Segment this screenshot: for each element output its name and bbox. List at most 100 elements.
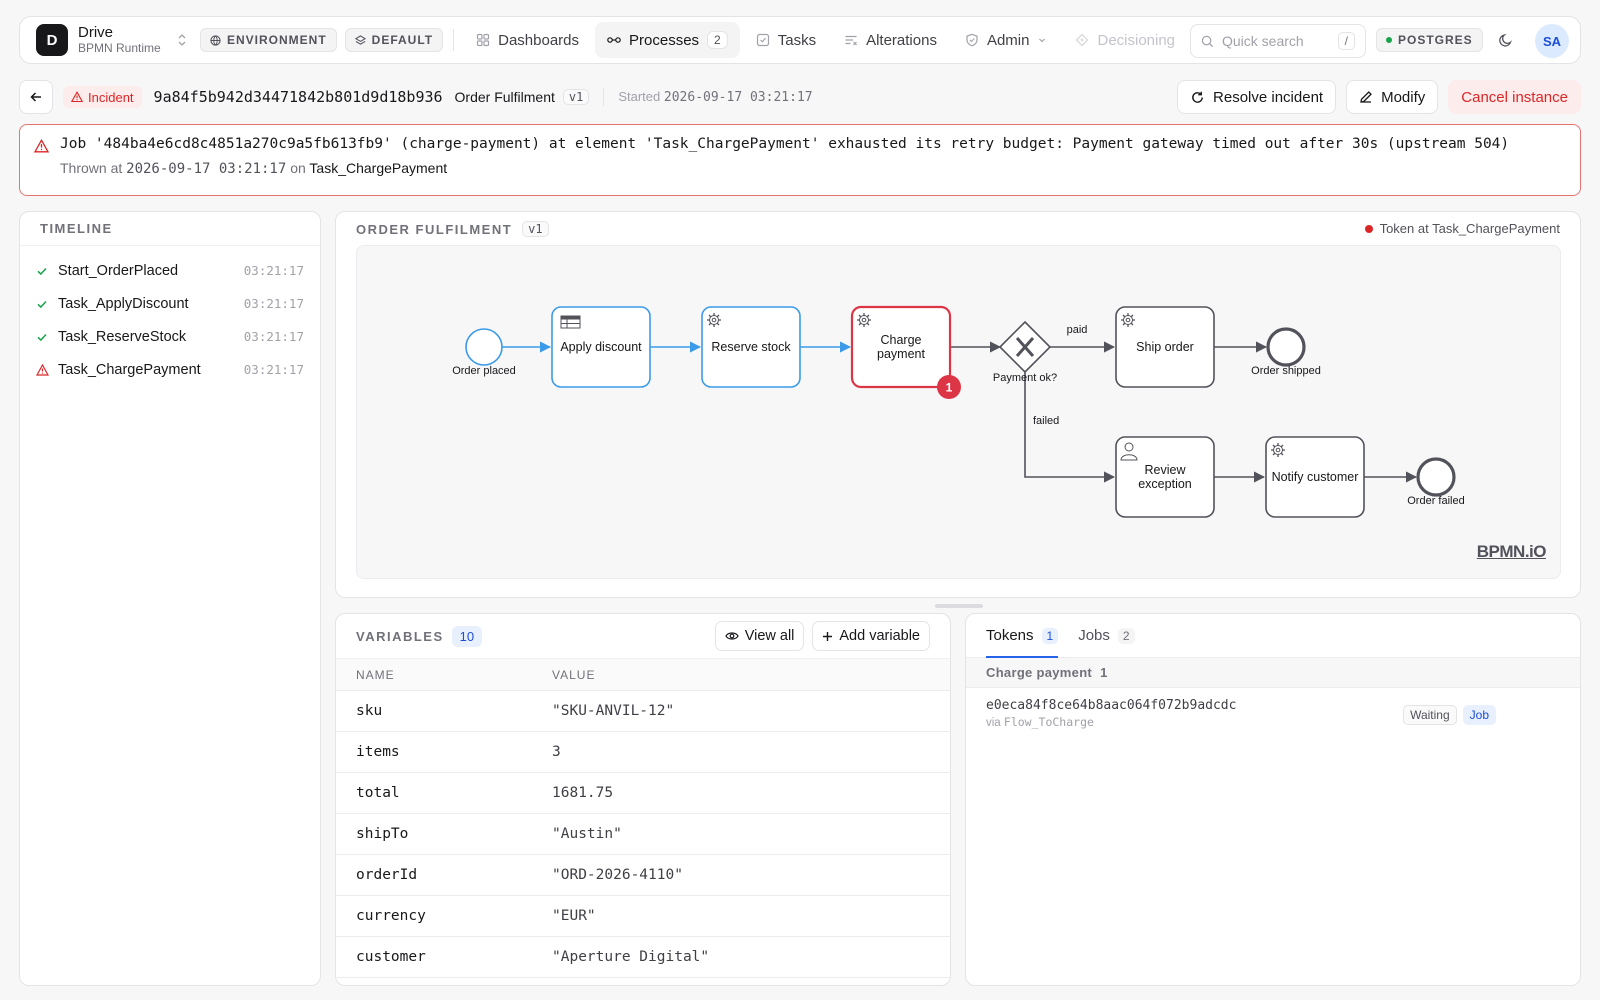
chevron-up-down-icon bbox=[178, 34, 186, 46]
on-label: on bbox=[290, 160, 306, 176]
diagram-panel: ORDER FULFILMENT v1 Token at Task_Charge… bbox=[335, 211, 1581, 598]
timeline-item-time: 03:21:17 bbox=[243, 263, 304, 278]
nav-tasks[interactable]: Tasks bbox=[744, 22, 828, 58]
end-event-shipped[interactable] bbox=[1266, 327, 1306, 367]
view-all-button[interactable]: View all bbox=[714, 621, 805, 651]
timeline-item[interactable]: Task_ChargePayment 03:21:17 bbox=[36, 353, 304, 386]
variable-value: "SKU-ANVIL-12" bbox=[552, 703, 675, 719]
variable-name: total bbox=[356, 785, 400, 801]
table-row[interactable]: total 1681.75 bbox=[336, 773, 950, 814]
diagram-version: v1 bbox=[522, 221, 549, 237]
panel-resize-handle[interactable] bbox=[935, 604, 983, 608]
nav-dashboards[interactable]: Dashboards bbox=[464, 22, 591, 58]
variable-name: currency bbox=[356, 908, 426, 924]
nav-tasks-label: Tasks bbox=[777, 31, 817, 49]
column-value-header: VALUE bbox=[552, 667, 596, 682]
tab-jobs-count: 2 bbox=[1117, 627, 1135, 644]
variable-name: customer bbox=[356, 949, 426, 965]
variables-count: 10 bbox=[451, 625, 483, 647]
timeline-panel: TIMELINE Start_OrderPlaced 03:21:17 Task… bbox=[19, 211, 321, 986]
timeline-item-name: Task_ReserveStock bbox=[58, 328, 187, 345]
process-version: v1 bbox=[562, 89, 590, 105]
bpmn-io-watermark[interactable]: BPMN.iO bbox=[1477, 542, 1547, 562]
back-button[interactable] bbox=[19, 80, 53, 114]
nav-dashboards-label: Dashboards bbox=[498, 31, 580, 49]
end-event-failed[interactable] bbox=[1416, 457, 1456, 497]
end-event-shipped-label: Order shipped bbox=[1251, 365, 1321, 377]
process-name[interactable]: Order Fulfilment bbox=[455, 89, 555, 105]
nav-processes-label: Processes bbox=[629, 31, 700, 49]
gateway-label: Payment ok? bbox=[993, 372, 1057, 384]
list-item[interactable]: e0eca84f8ce64b8aac064f072b9adcdc via Flo… bbox=[966, 688, 1580, 736]
token-kind-badge[interactable]: Job bbox=[1462, 705, 1496, 725]
started-label: Started bbox=[618, 89, 661, 104]
table-row[interactable]: customer "Aperture Digital" bbox=[336, 937, 950, 978]
task-notify-customer-label: Notify customer bbox=[1272, 470, 1359, 484]
tab-tokens-count: 1 bbox=[1041, 627, 1059, 644]
nav-alterations-label: Alterations bbox=[866, 31, 937, 49]
started-timestamp: 2026-09-17 03:21:17 bbox=[663, 90, 813, 105]
nav-processes[interactable]: Processes 2 bbox=[595, 22, 740, 58]
app-brand[interactable]: D Drive BPMN Runtime bbox=[36, 24, 196, 56]
timeline-item[interactable]: Task_ReserveStock 03:21:17 bbox=[36, 320, 304, 353]
nav-admin[interactable]: Admin bbox=[953, 22, 1060, 58]
variable-value: "EUR" bbox=[552, 908, 596, 924]
variable-value: "ORD-2026-4110" bbox=[552, 867, 683, 883]
user-avatar[interactable]: SA bbox=[1535, 24, 1569, 58]
resolve-incident-button[interactable]: Resolve incident bbox=[1177, 80, 1337, 114]
timeline-list: Start_OrderPlaced 03:21:17 Task_ApplyDis… bbox=[20, 246, 320, 386]
task-review-exception-label-1: Review bbox=[1145, 463, 1187, 477]
timeline-item-time: 03:21:17 bbox=[243, 296, 304, 311]
table-row[interactable]: currency "EUR" bbox=[336, 896, 950, 937]
check-icon bbox=[37, 267, 47, 275]
task-charge-payment-label-1: Charge bbox=[881, 333, 922, 347]
incident-banner: Job '484ba4e6cd8c4851a270c9a5fb613fb9' (… bbox=[19, 124, 1581, 196]
quick-search-input[interactable]: Quick search / bbox=[1190, 24, 1366, 58]
tenant-label: DEFAULT bbox=[371, 33, 434, 47]
variable-name: orderId bbox=[356, 867, 418, 883]
token-dot bbox=[1364, 224, 1373, 233]
tab-tokens[interactable]: Tokens 1 bbox=[986, 614, 1059, 658]
environment-selector[interactable]: ENVIRONMENT bbox=[200, 28, 337, 52]
table-row[interactable]: shipTo "Austin" bbox=[336, 814, 950, 855]
table-row[interactable]: items 3 bbox=[336, 732, 950, 773]
warning-icon bbox=[71, 91, 83, 103]
moon-icon[interactable] bbox=[1498, 32, 1514, 48]
incident-element[interactable]: Task_ChargePayment bbox=[309, 160, 447, 176]
nav-alterations[interactable]: Alterations bbox=[832, 22, 949, 58]
timeline-item[interactable]: Task_ApplyDiscount 03:21:17 bbox=[36, 287, 304, 320]
tab-jobs[interactable]: Jobs 2 bbox=[1078, 614, 1135, 657]
incident-message: Job '484ba4e6cd8c4851a270c9a5fb613fb9' (… bbox=[60, 136, 1510, 152]
task-ship-order-label: Ship order bbox=[1136, 340, 1194, 354]
database-label: POSTGRES bbox=[1398, 33, 1473, 47]
thrown-timestamp: 2026-09-17 03:21:17 bbox=[126, 161, 287, 177]
variable-name: items bbox=[356, 744, 400, 760]
instance-header: Incident 9a84f5b942d34471842b801d9d18b93… bbox=[19, 80, 1581, 114]
variable-value: 1681.75 bbox=[552, 785, 614, 801]
timeline-item[interactable]: Start_OrderPlaced 03:21:17 bbox=[36, 254, 304, 287]
column-name-header: NAME bbox=[356, 667, 395, 682]
start-event[interactable] bbox=[465, 328, 503, 366]
process-icon bbox=[607, 37, 621, 43]
cancel-instance-button[interactable]: Cancel instance bbox=[1448, 80, 1581, 114]
add-variable-button[interactable]: Add variable bbox=[812, 621, 930, 651]
cancel-instance-label: Cancel instance bbox=[1461, 88, 1568, 106]
add-variable-label: Add variable bbox=[839, 628, 920, 644]
shield-icon bbox=[966, 33, 978, 47]
tab-jobs-label: Jobs bbox=[1078, 627, 1110, 644]
token-via-flow: Flow_ToCharge bbox=[1003, 715, 1094, 729]
warning-icon bbox=[36, 363, 49, 376]
incident-status-badge: Incident bbox=[63, 86, 142, 108]
chevron-down-icon bbox=[1039, 38, 1046, 43]
task-review-exception-label-2: exception bbox=[1138, 477, 1192, 491]
diamond-icon bbox=[1076, 33, 1089, 47]
token-legend-label: Token at Task_ChargePayment bbox=[1379, 221, 1560, 236]
table-row[interactable]: orderId "ORD-2026-4110" bbox=[336, 855, 950, 896]
database-badge: POSTGRES bbox=[1376, 28, 1483, 52]
modify-button[interactable]: Modify bbox=[1346, 80, 1439, 114]
incident-thrown-info: Thrown at 2026-09-17 03:21:17 on Task_Ch… bbox=[60, 160, 1564, 177]
tenant-selector[interactable]: DEFAULT bbox=[344, 28, 444, 52]
check-icon bbox=[37, 333, 47, 341]
table-row[interactable]: sku "SKU-ANVIL-12" bbox=[336, 691, 950, 732]
bpmn-canvas[interactable]: paid failed Order placed Apply discount … bbox=[356, 245, 1561, 579]
